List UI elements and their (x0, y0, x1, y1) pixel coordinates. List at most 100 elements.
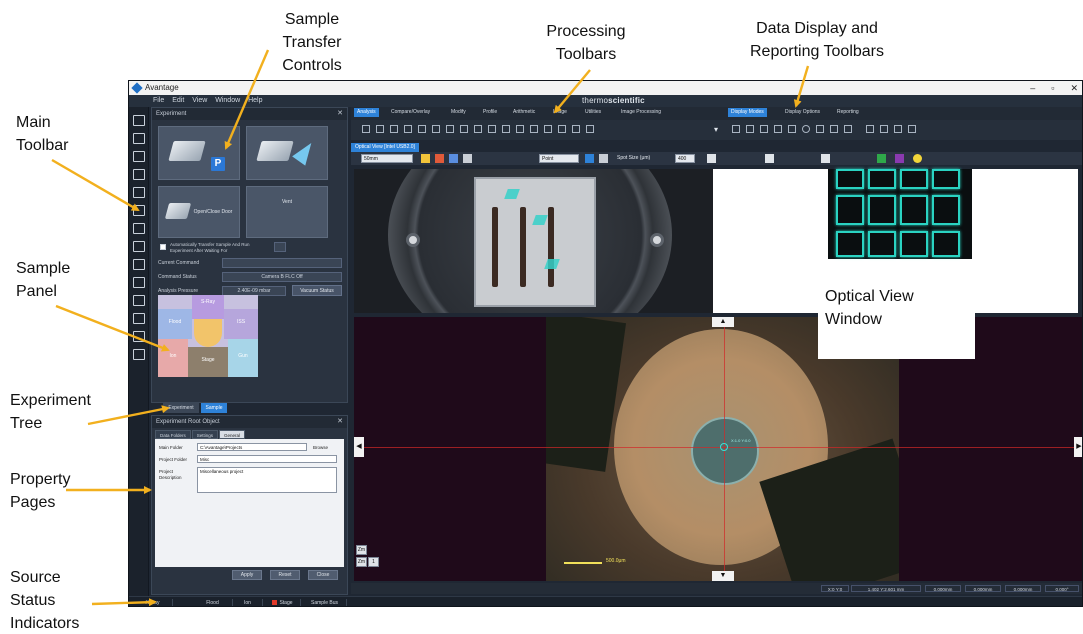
stop-icon[interactable] (435, 154, 444, 163)
import-icon[interactable] (133, 223, 145, 234)
tab-sample[interactable]: Sample (201, 403, 227, 413)
sample-seg-ion[interactable]: Ion (158, 339, 188, 377)
info-icon[interactable] (586, 125, 594, 133)
target-icon[interactable] (463, 154, 472, 163)
report-1-icon[interactable] (866, 125, 874, 133)
menu-file[interactable]: File (153, 95, 164, 107)
sample-icon[interactable] (133, 313, 145, 324)
green-color-icon[interactable] (877, 154, 886, 163)
maximize-button[interactable]: ▫ (1051, 81, 1054, 95)
sample-seg-iss[interactable]: ISS (224, 309, 258, 339)
close-panel-button[interactable]: Close (308, 570, 338, 580)
status-xray[interactable]: X-Ray (133, 599, 173, 606)
light-icon[interactable] (421, 154, 430, 163)
purple-color-icon[interactable] (895, 154, 904, 163)
divide-icon[interactable] (530, 125, 538, 133)
status-stage-cell[interactable]: Stage (265, 599, 301, 606)
display-mode-9-icon[interactable] (844, 125, 852, 133)
shift-icon[interactable] (432, 125, 440, 133)
layout-icon[interactable] (133, 241, 145, 252)
pan-right-button[interactable]: ▶ (1074, 437, 1082, 457)
slider-3-icon[interactable] (821, 154, 830, 163)
zoom-icon[interactable] (544, 125, 552, 133)
normalize-icon[interactable] (446, 125, 454, 133)
tab-general[interactable]: General (219, 430, 246, 439)
tab-image[interactable]: Image (550, 108, 570, 117)
display-mode-5-icon[interactable] (788, 125, 796, 133)
open-folder-icon[interactable] (133, 133, 145, 144)
zoom-out-button[interactable]: Zm (356, 557, 367, 567)
transfer-to-park-button[interactable]: P (158, 126, 240, 180)
vent-button[interactable]: Vent (246, 186, 328, 238)
pan-down-button[interactable]: ▼ (712, 571, 734, 581)
display-mode-8-icon[interactable] (830, 125, 838, 133)
sample-seg-xray[interactable]: S-Ray (192, 295, 224, 319)
subtract-icon[interactable] (502, 125, 510, 133)
area-mode-icon[interactable] (599, 154, 608, 163)
slider-2-icon[interactable] (765, 154, 774, 163)
sample-seg-gun[interactable]: Gun (228, 339, 258, 377)
derivative-icon[interactable] (460, 125, 468, 133)
analysis-point-marker[interactable] (720, 443, 728, 451)
display-mode-4-icon[interactable] (774, 125, 782, 133)
yellow-light-icon[interactable] (913, 154, 922, 163)
transfer-to-analysis-button[interactable] (246, 126, 328, 180)
table-icon[interactable] (133, 259, 145, 270)
display-dropdown-icon[interactable]: ▾ (714, 125, 718, 134)
crop-icon[interactable] (474, 125, 482, 133)
point-mode-icon[interactable] (585, 154, 594, 163)
tab-modify[interactable]: Modify (448, 108, 469, 117)
clipboard-icon[interactable] (133, 205, 145, 216)
tab-settings[interactable]: Settings (191, 430, 219, 439)
tab-experiment[interactable]: Experiment (163, 403, 199, 413)
browse-button[interactable]: Browse (313, 445, 328, 450)
zoom-select[interactable]: 50mm (361, 154, 413, 163)
display-mode-3-icon[interactable] (760, 125, 768, 133)
property-panel-close-button[interactable]: ✕ (337, 416, 343, 428)
reset-button[interactable]: Reset (270, 570, 300, 580)
menu-help[interactable]: Help (248, 95, 262, 107)
quantify-icon[interactable] (404, 125, 412, 133)
list-icon[interactable] (133, 151, 145, 162)
tab-image-processing[interactable]: Image Processing (618, 108, 664, 117)
menu-view[interactable]: View (192, 95, 207, 107)
display-mode-1-icon[interactable] (732, 125, 740, 133)
camera-overview-image[interactable] (354, 169, 713, 313)
status-flood[interactable]: Flood (193, 599, 233, 606)
main-folder-field[interactable]: C:\Avantage\Projects (197, 443, 307, 451)
close-button[interactable]: ✕ (1070, 81, 1078, 95)
tab-analysis[interactable]: Analysis (354, 108, 379, 117)
tab-display-options[interactable]: Display Options (782, 108, 823, 117)
tab-arithmetic[interactable]: Arithmetic (510, 108, 538, 117)
print-icon[interactable] (133, 187, 145, 198)
zoom-reset-button[interactable]: 1 (368, 557, 379, 567)
new-file-icon[interactable] (133, 115, 145, 126)
settings-icon[interactable] (572, 125, 580, 133)
background-icon[interactable] (390, 125, 398, 133)
play-icon[interactable] (133, 349, 145, 360)
vacuum-status-button[interactable]: Vacuum Status (292, 285, 342, 296)
project-description-field[interactable]: Miscellaneous project (197, 467, 337, 493)
status-ion[interactable]: Ion (233, 599, 263, 606)
spot-size-field[interactable]: 400 (675, 154, 695, 163)
report-4-icon[interactable] (908, 125, 916, 133)
tab-display-modes[interactable]: Display Modes (728, 108, 767, 117)
wait-time-input[interactable] (274, 242, 286, 252)
sample-seg-stage[interactable]: Stage (188, 347, 228, 377)
tab-reporting[interactable]: Reporting (834, 108, 862, 117)
smooth-icon[interactable] (418, 125, 426, 133)
status-sample-bus[interactable]: Sample Bus (303, 599, 347, 606)
sample-seg-flood[interactable]: Flood (158, 309, 192, 339)
multiply-icon[interactable] (516, 125, 524, 133)
grid-thumbnail-image[interactable] (828, 169, 972, 259)
report-3-icon[interactable] (894, 125, 902, 133)
save-icon[interactable] (133, 169, 145, 180)
apply-button[interactable]: Apply (232, 570, 262, 580)
pan-left-button[interactable]: ◀ (354, 437, 364, 457)
display-mode-6-icon[interactable] (802, 125, 810, 133)
menu-edit[interactable]: Edit (172, 95, 184, 107)
display-mode-7-icon[interactable] (816, 125, 824, 133)
user-icon[interactable] (133, 331, 145, 342)
report-2-icon[interactable] (880, 125, 888, 133)
pan-up-button[interactable]: ▲ (712, 317, 734, 327)
